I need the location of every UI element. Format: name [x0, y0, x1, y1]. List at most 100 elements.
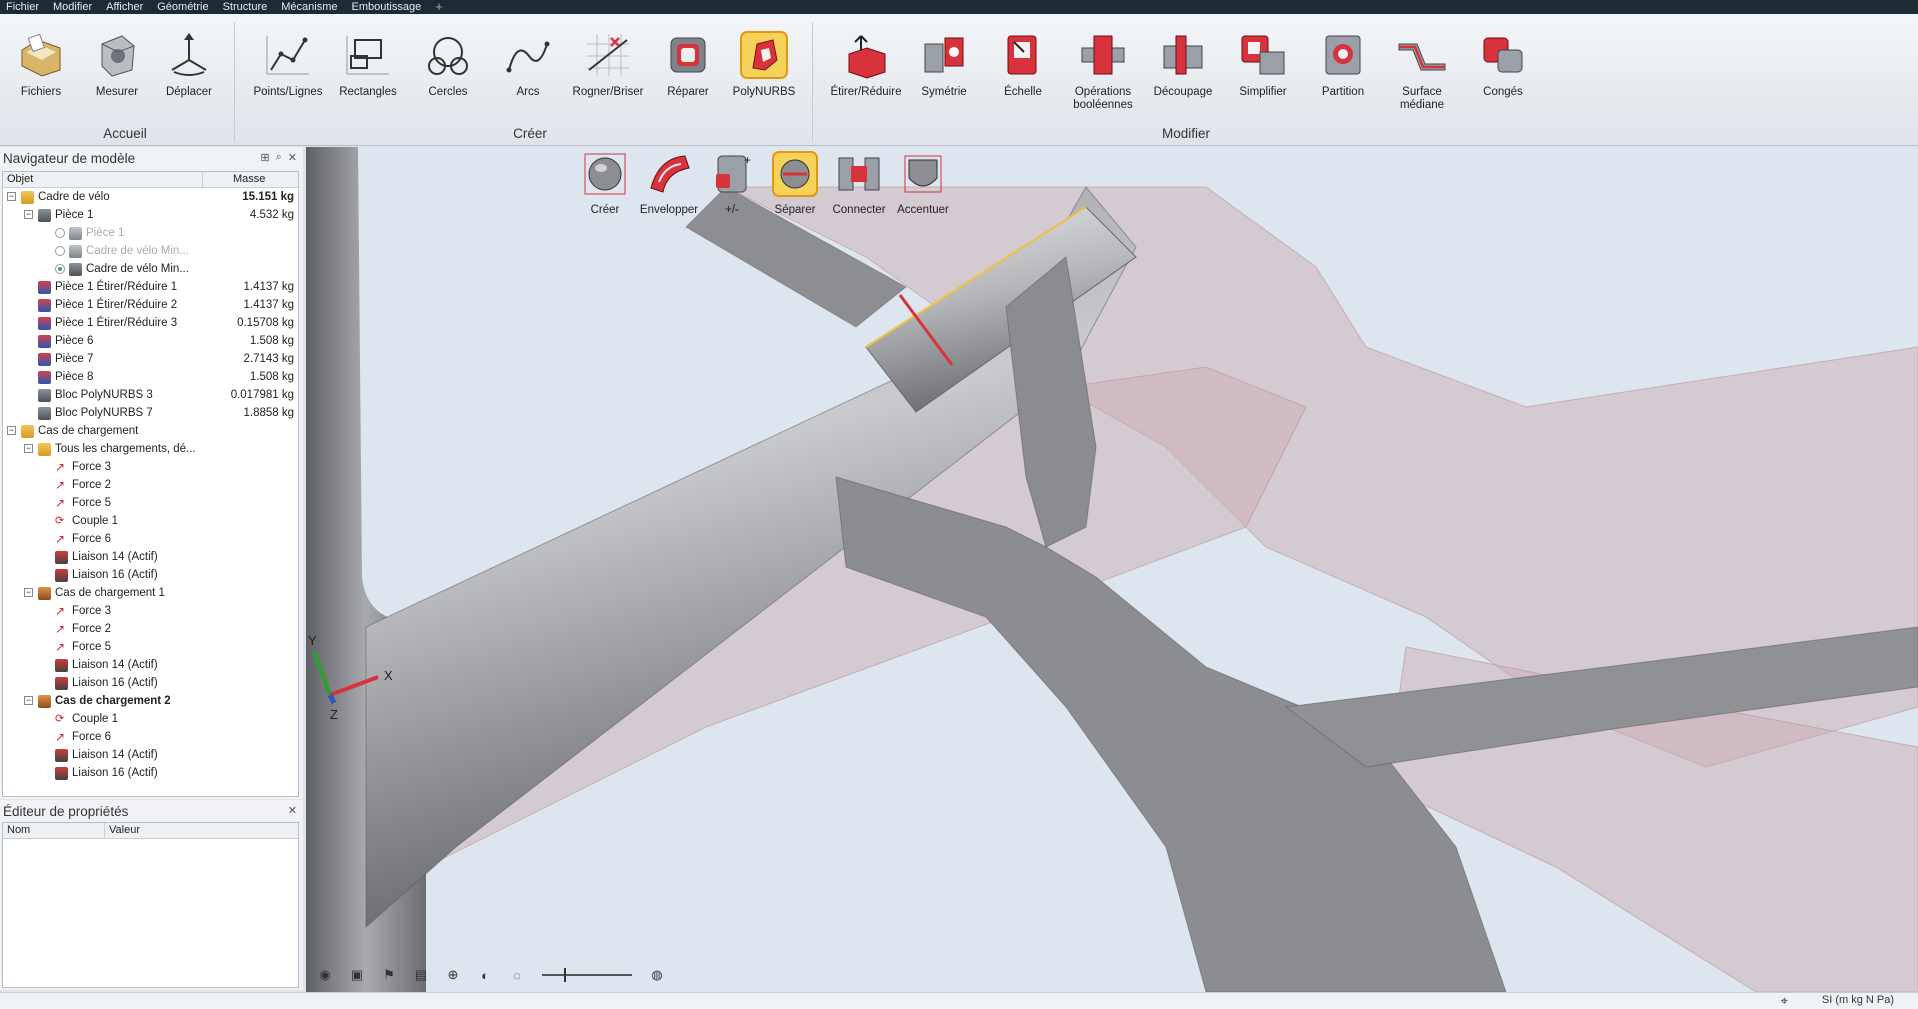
tree-row[interactable]: Pièce 8 1.508 kg — [3, 368, 298, 386]
tree-row[interactable]: Liaison 14 (Actif) — [3, 746, 298, 764]
3d-viewport[interactable]: Y X Z — [306, 147, 1918, 992]
echelle-button[interactable]: Échelle — [982, 30, 1064, 99]
red-icon — [38, 371, 51, 384]
menu-afficher[interactable]: Afficher — [106, 0, 143, 14]
tree-row[interactable]: Liaison 16 (Actif) — [3, 674, 298, 692]
polynurbs-create-button[interactable]: Créer — [570, 150, 640, 216]
menu-emboutissage[interactable]: Emboutissage — [351, 0, 421, 14]
tree-row[interactable]: ⟳ Couple 1 — [3, 710, 298, 728]
close-icon[interactable]: ✕ — [288, 151, 297, 164]
rectangles-button[interactable]: Rectangles — [327, 30, 409, 99]
etirer-reduire-button[interactable]: Étirer/Réduire — [825, 30, 907, 99]
expand-collapse-icon[interactable]: − — [24, 444, 33, 453]
tree-row[interactable]: Pièce 6 1.508 kg — [3, 332, 298, 350]
add-tab-icon[interactable]: + — [435, 0, 443, 14]
expand-collapse-icon[interactable]: − — [7, 426, 16, 435]
tree-row[interactable]: ↗ Force 2 — [3, 620, 298, 638]
box-select-icon[interactable]: ▤ — [408, 964, 434, 986]
tree-row[interactable]: Liaison 16 (Actif) — [3, 764, 298, 782]
eye-icon[interactable]: ◉ — [312, 964, 338, 986]
polynurbs-connect-button[interactable]: Connecter — [824, 150, 894, 216]
deplacer-button[interactable]: Déplacer — [148, 30, 230, 99]
unit-system[interactable]: SI (m kg N Pa) — [1822, 994, 1894, 1006]
parts-filter-icon[interactable]: ▣ — [344, 964, 370, 986]
menu-modifier[interactable]: Modifier — [53, 0, 92, 14]
partition-button[interactable]: Partition — [1302, 30, 1384, 99]
representation-radio[interactable] — [55, 264, 65, 274]
menu-mecanisme[interactable]: Mécanisme — [281, 0, 337, 14]
reparer-button[interactable]: Réparer — [647, 30, 729, 99]
column-object[interactable]: Objet — [3, 172, 203, 187]
expand-collapse-icon[interactable]: − — [7, 192, 16, 201]
conges-button[interactable]: Congés — [1462, 30, 1544, 99]
tree-row[interactable]: Pièce 7 2.7143 kg — [3, 350, 298, 368]
tree-row[interactable]: Pièce 1 Étirer/Réduire 3 0.15708 kg — [3, 314, 298, 332]
tree-row[interactable]: Pièce 1 — [3, 224, 298, 242]
pin-icon[interactable]: ⊞ — [260, 151, 269, 164]
tree-row-label: Force 2 — [72, 623, 111, 635]
tree-row[interactable]: ↗ Force 5 — [3, 494, 298, 512]
representation-radio[interactable] — [55, 228, 65, 238]
tree-row[interactable]: − Cas de chargement — [3, 422, 298, 440]
fichiers-button[interactable]: Fichiers — [0, 30, 82, 99]
tree-row[interactable]: − Tous les chargements, dé... — [3, 440, 298, 458]
tree-row[interactable]: ↗ Force 6 — [3, 728, 298, 746]
tree-row[interactable]: Bloc PolyNURBS 7 1.8858 kg — [3, 404, 298, 422]
tree-row[interactable]: Bloc PolyNURBS 3 0.017981 kg — [3, 386, 298, 404]
polynurbs-plus-minus-button[interactable]: + +/- — [697, 150, 767, 216]
close-icon[interactable]: ✕ — [288, 804, 297, 817]
menu-structure[interactable]: Structure — [223, 0, 268, 14]
tree-row[interactable]: − Cas de chargement 1 — [3, 584, 298, 602]
search-icon[interactable]: ⌕ — [276, 151, 282, 164]
tree-row[interactable]: Liaison 14 (Actif) — [3, 548, 298, 566]
tree-row[interactable]: ↗ Force 5 — [3, 638, 298, 656]
polynurbs-sharpen-button[interactable]: Accentuer — [888, 150, 958, 216]
polynurbs-button[interactable]: PolyNURBS — [723, 30, 805, 99]
tree-row[interactable]: Liaison 16 (Actif) — [3, 566, 298, 584]
loads-filter-icon[interactable]: ⚑ — [376, 964, 402, 986]
expand-collapse-icon[interactable]: − — [24, 210, 33, 219]
column-value[interactable]: Valeur — [105, 823, 298, 838]
transparency-icon[interactable]: ◌ — [504, 964, 530, 986]
tree-row[interactable]: ↗ Force 2 — [3, 476, 298, 494]
menu-fichier[interactable]: Fichier — [6, 0, 39, 14]
representation-radio[interactable] — [55, 246, 65, 256]
view-cube-icon[interactable]: ◍ — [644, 964, 670, 986]
snap-icon[interactable]: ⌖ — [1781, 993, 1788, 1009]
expand-collapse-icon[interactable]: − — [24, 696, 33, 705]
decoupage-button[interactable]: Découpage — [1142, 30, 1224, 99]
symetrie-button[interactable]: Symétrie — [903, 30, 985, 99]
points-lignes-button[interactable]: Points/Lignes — [247, 30, 329, 99]
tree-row[interactable]: ↗ Force 3 — [3, 602, 298, 620]
tree-row[interactable]: ↗ Force 6 — [3, 530, 298, 548]
surface-mediane-button[interactable]: Surface médiane — [1381, 30, 1463, 112]
zoom-icon[interactable]: ⊕ — [440, 964, 466, 986]
tree-row[interactable]: − Pièce 1 4.532 kg — [3, 206, 298, 224]
tree-row[interactable]: − Cadre de vélo 15.151 kg — [3, 188, 298, 206]
tree-row[interactable]: ⟳ Couple 1 — [3, 512, 298, 530]
transparency-slider[interactable] — [542, 968, 632, 982]
column-mass[interactable]: Masse — [203, 172, 298, 187]
property-table[interactable]: Nom Valeur — [2, 822, 299, 988]
tree-row[interactable]: Cadre de vélo Min... — [3, 260, 298, 278]
tree-row[interactable]: Pièce 1 Étirer/Réduire 2 1.4137 kg — [3, 296, 298, 314]
model-tree[interactable]: Objet Masse − Cadre de vélo 15.151 kg − Pièc… — [2, 171, 299, 797]
operations-booleennes-button[interactable]: Opérations booléennes — [1062, 30, 1144, 112]
cercles-button[interactable]: Cercles — [407, 30, 489, 99]
simplifier-button[interactable]: Simplifier — [1222, 30, 1304, 99]
arcs-button[interactable]: Arcs — [487, 30, 569, 99]
tree-row[interactable]: Cadre de vélo Min... — [3, 242, 298, 260]
rogner-briser-button[interactable]: Rogner/Briser — [567, 30, 649, 99]
tree-row[interactable]: ↗ Force 3 — [3, 458, 298, 476]
expand-collapse-icon[interactable]: − — [24, 588, 33, 597]
tree-row[interactable]: − Cas de chargement 2 — [3, 692, 298, 710]
menu-geometrie[interactable]: Géométrie — [157, 0, 209, 15]
tree-row[interactable]: Pièce 1 Étirer/Réduire 1 1.4137 kg — [3, 278, 298, 296]
tree-row[interactable]: Liaison 14 (Actif) — [3, 656, 298, 674]
mesurer-button[interactable]: Mesurer — [76, 30, 158, 99]
polynurbs-separate-button[interactable]: Séparer — [760, 150, 830, 216]
polynurbs-wrap-button[interactable]: Envelopper — [634, 150, 704, 216]
column-name[interactable]: Nom — [3, 823, 105, 838]
section-icon[interactable]: ◐ — [472, 964, 498, 986]
liaison-icon — [55, 569, 68, 582]
